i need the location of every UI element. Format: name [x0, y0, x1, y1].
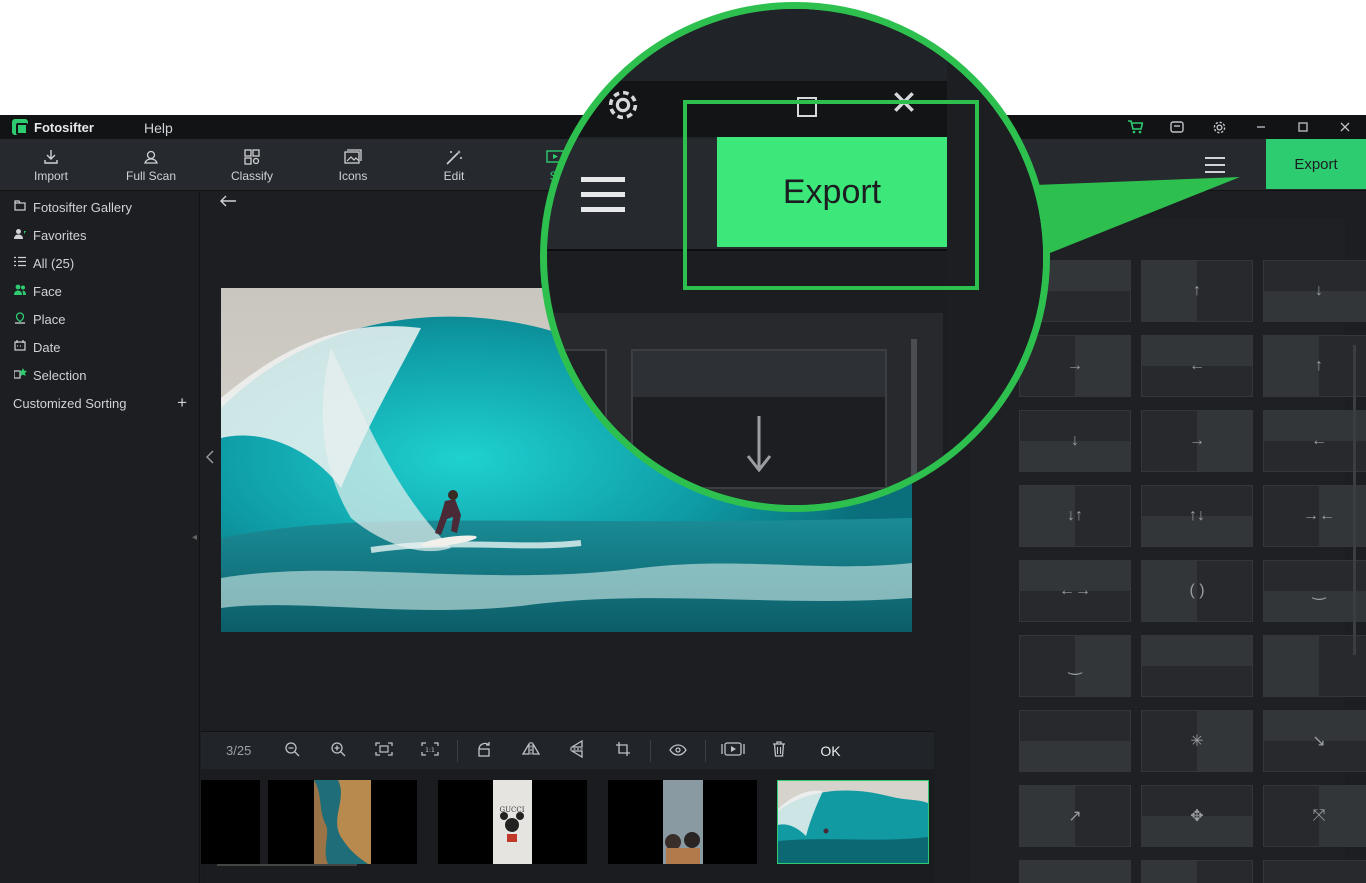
callout-scrollbar	[911, 339, 917, 505]
callout-tile-down	[631, 349, 887, 489]
callout-tile-left	[547, 349, 607, 489]
callout-hamburger-icon	[581, 177, 625, 213]
callout-gear-icon	[605, 87, 641, 132]
export-highlight-box	[683, 100, 979, 290]
